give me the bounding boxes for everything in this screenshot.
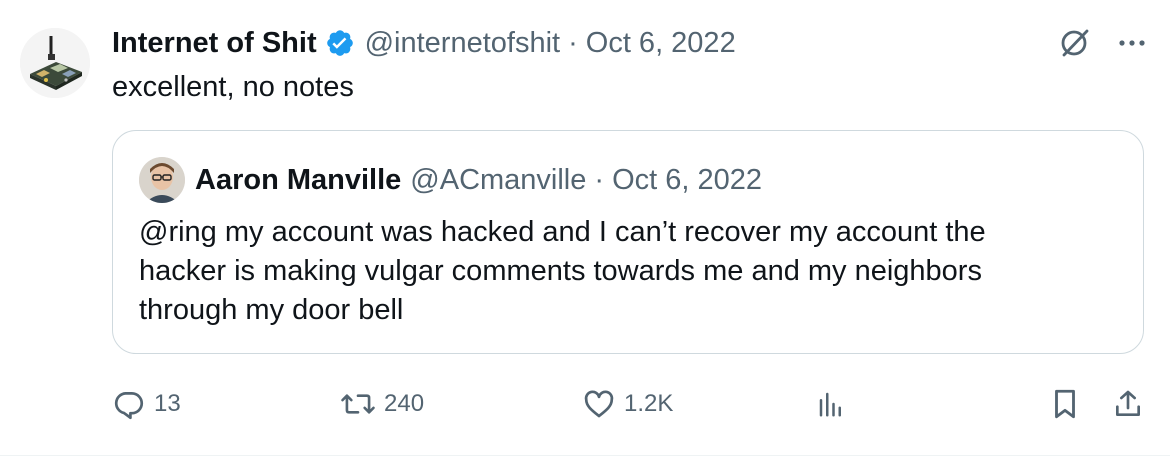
- circuit-board-avatar-icon: [20, 28, 90, 98]
- quoted-header-separator: ·: [594, 163, 605, 196]
- grok-icon[interactable]: [1058, 26, 1092, 60]
- like-button[interactable]: 1.2K: [582, 384, 673, 424]
- repost-button[interactable]: 240: [340, 384, 424, 424]
- bookmark-icon: [1055, 389, 1075, 419]
- like-icon: [584, 390, 614, 418]
- more-icon[interactable]: [1118, 38, 1146, 48]
- share-button[interactable]: [1112, 384, 1144, 424]
- quoted-tweet-date[interactable]: Oct 6, 2022: [612, 164, 762, 197]
- reply-icon: [114, 392, 144, 420]
- quoted-text-line: through my door bell: [139, 294, 404, 326]
- quoted-text-line: @ring my account was hacked and I can’t …: [139, 216, 986, 248]
- tweet[interactable]: Internet of Shit @internetofshit · Oct 6…: [0, 0, 1170, 456]
- quoted-author-handle[interactable]: @ACmanville: [410, 164, 586, 197]
- quoted-author-avatar[interactable]: [139, 157, 185, 203]
- views-icon: [819, 392, 841, 417]
- tweet-date[interactable]: Oct 6, 2022: [586, 27, 736, 60]
- top-actions: [1058, 26, 1146, 60]
- tweet-header: Internet of Shit @internetofshit · Oct 6…: [112, 24, 736, 62]
- tweet-text: excellent, no notes: [112, 71, 354, 103]
- views-button[interactable]: [816, 384, 846, 424]
- verified-badge-icon[interactable]: [325, 28, 355, 58]
- reply-count: 13: [154, 390, 181, 417]
- quoted-tweet-text: @ring my account was hacked and I can’t …: [139, 213, 1099, 330]
- repost-icon: [341, 394, 375, 414]
- header-separator: ·: [568, 26, 578, 59]
- reply-button[interactable]: 13: [112, 384, 181, 424]
- quoted-tweet[interactable]: Aaron Manville @ACmanville · Oct 6, 2022…: [112, 130, 1144, 354]
- like-count: 1.2K: [624, 390, 674, 417]
- quoted-text-line: hacker is making vulgar comments towards…: [139, 255, 982, 287]
- author-avatar[interactable]: [20, 28, 90, 98]
- quoted-author-name[interactable]: Aaron Manville: [195, 164, 401, 197]
- author-handle[interactable]: @internetofshit: [365, 27, 560, 60]
- share-icon: [1116, 390, 1140, 416]
- bookmark-button[interactable]: [1050, 384, 1080, 424]
- quoted-tweet-header: Aaron Manville @ACmanville · Oct 6, 2022: [195, 162, 762, 198]
- action-bar: 13 240 1.2K: [112, 384, 1150, 424]
- repost-count: 240: [384, 390, 425, 417]
- person-avatar-icon: [139, 157, 185, 203]
- author-name[interactable]: Internet of Shit: [112, 27, 317, 60]
